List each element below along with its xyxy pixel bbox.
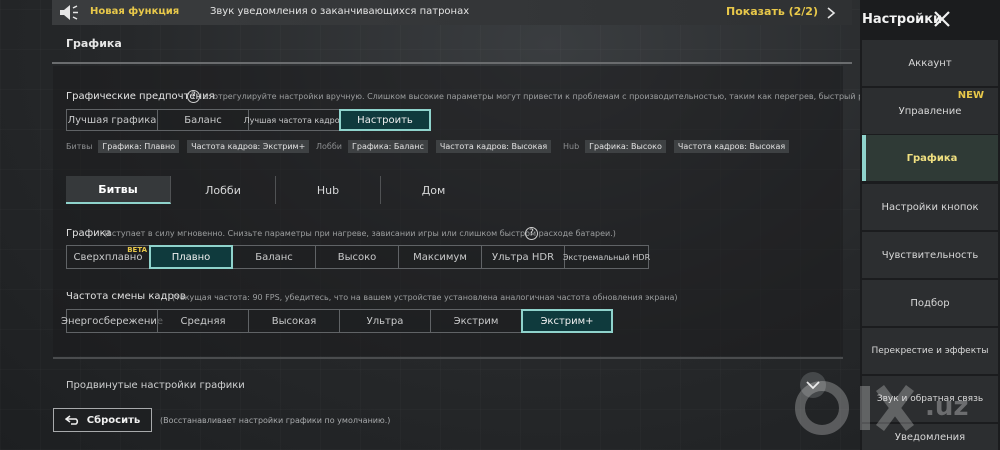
graphics-option-balance[interactable]: Баланс bbox=[232, 245, 316, 269]
watermark-text: .uz bbox=[925, 392, 969, 422]
speaker-icon bbox=[60, 5, 78, 20]
divider bbox=[53, 357, 843, 359]
preset-label: Битвы bbox=[66, 142, 93, 151]
tab-hub[interactable]: Hub bbox=[276, 176, 381, 204]
reset-label: Сбросить bbox=[86, 414, 141, 426]
sidebar-item-graphics[interactable]: Графика bbox=[862, 135, 998, 181]
tab-home[interactable]: Дом bbox=[381, 176, 486, 204]
preset-label: Лобби bbox=[316, 142, 342, 151]
fps-option-medium[interactable]: Средняя bbox=[157, 309, 249, 333]
undo-icon bbox=[64, 415, 78, 425]
graphics-option-ultra-hdr[interactable]: Ультра HDR bbox=[481, 245, 565, 269]
fps-option-power-saving[interactable]: Энергосбережение bbox=[61, 309, 163, 333]
preset-lobby: Лобби Графика: Баланс Частота кадров: Вы… bbox=[316, 140, 559, 153]
preset-tag: Частота кадров: Экстрим+ bbox=[187, 140, 310, 153]
pref-option-best-fps[interactable]: Лучшая частота кадров bbox=[244, 109, 344, 131]
preset-tag: Графика: Плавно bbox=[98, 140, 180, 153]
preset-battles: Битвы Графика: Плавно Частота кадров: Эк… bbox=[66, 140, 317, 153]
divider bbox=[52, 62, 852, 64]
preset-tag: Частота кадров: Высокая bbox=[673, 140, 790, 153]
preset-tag: Графика: Баланс bbox=[347, 140, 428, 153]
framerate-title: Частота смены кадров bbox=[66, 291, 186, 302]
sidebar-item-account[interactable]: Аккаунт bbox=[862, 40, 998, 86]
tab-battles[interactable]: Битвы bbox=[66, 176, 171, 204]
sidebar-item-controls[interactable]: Управление NEW bbox=[862, 88, 998, 134]
preset-hub: Hub Графика: Высоко Частота кадров: Высо… bbox=[563, 140, 797, 153]
graphics-option-smooth[interactable]: Плавно bbox=[149, 245, 233, 269]
reset-description: (Восстанавливает настройки графики по ум… bbox=[160, 416, 391, 425]
sidebar-title: Настройки bbox=[862, 12, 943, 27]
fps-option-extreme-plus[interactable]: Экстрим+ bbox=[521, 309, 613, 333]
fps-option-ultra[interactable]: Ультра bbox=[339, 309, 431, 333]
graphics-option-high[interactable]: Высоко bbox=[315, 245, 399, 269]
tab-lobby[interactable]: Лобби bbox=[171, 176, 276, 204]
preset-tag: Частота кадров: Высокая bbox=[435, 140, 552, 153]
help-icon[interactable]: ? bbox=[525, 227, 538, 240]
graphics-option-extreme-hdr[interactable]: Экстремальный HDR bbox=[563, 245, 650, 269]
graphics-selector: Сверхплавно BETA Плавно Баланс Высоко Ма… bbox=[66, 245, 650, 269]
sidebar-item-sensitivity[interactable]: Чувствительность bbox=[862, 232, 998, 278]
section-title: Графика bbox=[66, 37, 122, 50]
advanced-settings-title[interactable]: Продвинутые настройки графики bbox=[66, 380, 245, 391]
sidebar-item-crosshair[interactable]: Перекрестие и эффекты bbox=[862, 328, 998, 374]
close-icon[interactable] bbox=[932, 9, 952, 29]
framerate-selector: Энергосбережение Средняя Высокая Ультра … bbox=[61, 309, 613, 333]
pref-option-best-graphics[interactable]: Лучшая графика bbox=[66, 109, 158, 131]
framerate-description: (текущая частота: 90 FPS, убедитесь, что… bbox=[172, 293, 678, 302]
sidebar-header: Настройки bbox=[860, 0, 1000, 40]
notification-message: Звук уведомления о заканчивающихся патро… bbox=[210, 6, 470, 17]
sidebar-item-button-settings[interactable]: Настройки кнопок bbox=[862, 184, 998, 230]
notification-bar[interactable]: Новая функция Звук уведомления о заканчи… bbox=[52, 0, 852, 25]
mode-tabs: Битвы Лобби Hub Дом bbox=[66, 176, 486, 204]
help-icon[interactable]: ? bbox=[187, 90, 200, 103]
pref-option-balance[interactable]: Баланс bbox=[157, 109, 249, 131]
fps-option-extreme[interactable]: Экстрим bbox=[430, 309, 522, 333]
preferences-selector: Лучшая графика Баланс Лучшая частота кад… bbox=[66, 109, 431, 131]
show-notifications-link[interactable]: Показать (2/2) bbox=[726, 5, 818, 18]
preferences-description: е: отрегулируйте настройки вручную. Слиш… bbox=[203, 92, 925, 101]
chevron-right-icon[interactable] bbox=[826, 7, 836, 19]
reset-button[interactable]: Сбросить bbox=[53, 408, 152, 432]
fps-option-high[interactable]: Высокая bbox=[248, 309, 340, 333]
pref-option-custom[interactable]: Настроить bbox=[339, 109, 431, 131]
new-feature-label: Новая функция bbox=[90, 6, 180, 17]
sidebar-item-label: Управление bbox=[898, 105, 962, 117]
new-badge: NEW bbox=[957, 90, 984, 101]
beta-badge: BETA bbox=[127, 246, 147, 254]
graphics-option-max[interactable]: Максимум bbox=[398, 245, 482, 269]
preset-tag: Графика: Высоко bbox=[585, 140, 666, 153]
graphics-description: (вступает в силу мгновенно. Снизьте пара… bbox=[104, 229, 616, 238]
graphics-option-extra-smooth[interactable]: Сверхплавно BETA bbox=[66, 245, 150, 269]
sidebar-item-pickup[interactable]: Подбор bbox=[862, 280, 998, 326]
preset-label: Hub bbox=[563, 142, 580, 151]
